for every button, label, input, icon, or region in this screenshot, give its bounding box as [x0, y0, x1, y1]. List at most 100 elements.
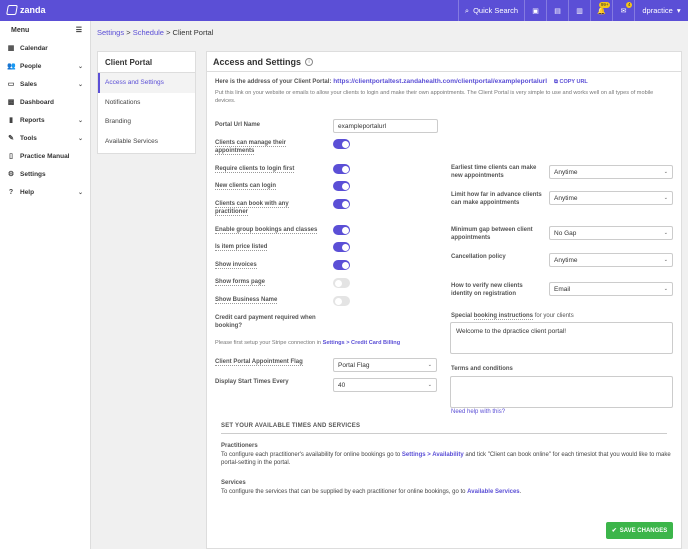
- sidebar-item-settings[interactable]: ⚙ Settings: [0, 165, 90, 183]
- setting-label-manage-appointments: Clients can manage their appointments: [215, 140, 287, 155]
- toggle-new-clients-login[interactable]: [333, 181, 350, 191]
- subnav-notifications[interactable]: Notifications: [98, 93, 195, 113]
- page-title: Access and Settings: [213, 56, 302, 67]
- toggle-show-forms[interactable]: [333, 278, 350, 288]
- breadcrumb-current: Client Portal: [172, 28, 214, 37]
- breadcrumb-schedule[interactable]: Schedule: [133, 28, 164, 37]
- setting-label-show-forms: Show forms page: [215, 279, 266, 286]
- info-icon[interactable]: i: [305, 57, 314, 66]
- minimum-gap-select[interactable]: No Gap ⌄: [549, 226, 673, 240]
- hamburger-icon[interactable]: ☰: [76, 26, 82, 34]
- toggle-book-any-practitioner[interactable]: [333, 199, 350, 209]
- portal-url-link[interactable]: https://clientportaltest.zandahealth.com…: [333, 78, 547, 85]
- services-title: Services: [221, 480, 246, 486]
- dashboard-icon: ▩: [7, 99, 15, 106]
- subnav-available-services[interactable]: Available Services: [98, 132, 195, 152]
- sidebar-item-dashboard[interactable]: ▩ Dashboard: [0, 93, 90, 111]
- services-text: To configure the services that can be su…: [221, 489, 522, 495]
- verify-identity-select[interactable]: Email ⌄: [549, 282, 673, 296]
- sidebar-item-help[interactable]: ? Help ⌄: [0, 183, 90, 201]
- sidebar-item-tools[interactable]: ✎ Tools ⌄: [0, 129, 90, 147]
- sidebar-item-practice-manual[interactable]: ▯ Practice Manual: [0, 147, 90, 165]
- start-times-select[interactable]: 40 ⌄: [333, 378, 437, 392]
- contacts-button[interactable]: ▣: [524, 0, 546, 21]
- chat-icon: ✉: [620, 7, 627, 15]
- menu-label: Menu: [11, 26, 30, 34]
- subnav-access-and-settings[interactable]: Access and Settings: [98, 73, 195, 93]
- toggle-require-login[interactable]: [333, 164, 350, 174]
- panel-header: Access and Settings i: [207, 52, 681, 72]
- client-portal-subnav: Client Portal Access and Settings Notifi…: [97, 51, 196, 154]
- appointment-flag-select[interactable]: Portal Flag ⌄: [333, 358, 437, 372]
- help-link[interactable]: Need help with this?: [451, 409, 505, 415]
- terms-textarea[interactable]: [450, 376, 673, 408]
- calendar-icon: ▦: [7, 45, 15, 52]
- sidebar-item-calendar[interactable]: ▦ Calendar: [0, 39, 90, 57]
- availability-link[interactable]: Settings > Availability: [402, 452, 464, 458]
- toggle-item-price[interactable]: [333, 242, 350, 252]
- copy-url-button[interactable]: ⧉ COPY URL: [554, 79, 588, 86]
- setting-label-cancellation: Cancellation policy: [451, 254, 506, 260]
- setting-label-show-business-name: Show Business Name: [215, 297, 278, 304]
- breadcrumb: Settings > Schedule > Client Portal: [97, 28, 213, 37]
- sidebar: Menu ☰ ▦ Calendar 👥 People ⌄ ▭ Sales ⌄ ▩ Dashb…: [0, 21, 91, 549]
- practitioners-text: To configure each practitioner's availab…: [221, 452, 671, 466]
- portal-address: Here is the address of your Client Porta…: [215, 78, 595, 86]
- credit-card-billing-link[interactable]: Settings > Credit Card Billing: [323, 340, 401, 346]
- help-icon: ?: [8, 188, 14, 196]
- setting-label-book-any-practitioner: Clients can book with any practitioner: [215, 201, 289, 216]
- setting-label-group-bookings: Enable group bookings and classes: [215, 227, 318, 234]
- special-instructions-label: Special booking instructions for your cl…: [451, 313, 574, 320]
- clipboard-button[interactable]: ▤: [546, 0, 568, 21]
- start-times-label: Display Start Times Every: [215, 379, 289, 385]
- chevron-down-icon: ⌄: [77, 81, 83, 88]
- top-bar: zanda ⌕ Quick Search ▣ ▤ ▥ 🔔 99+ ✉ 4 dprac…: [0, 0, 688, 21]
- documents-button[interactable]: ▥: [568, 0, 590, 21]
- address-label: Here is the address of your Client Porta…: [215, 79, 332, 85]
- sidebar-item-people[interactable]: 👥 People ⌄: [0, 57, 90, 75]
- chevron-down-icon: ⌄: [663, 230, 668, 236]
- zanda-logo-icon: [6, 5, 18, 15]
- chevron-down-icon: ⌄: [427, 382, 432, 388]
- sidebar-item-sales[interactable]: ▭ Sales ⌄: [0, 75, 90, 93]
- toggle-show-business-name[interactable]: [333, 296, 350, 306]
- people-icon: 👥: [7, 63, 16, 70]
- breadcrumb-separator: >: [166, 28, 171, 37]
- setting-label-new-clients-login: New clients can login: [215, 183, 277, 190]
- cancellation-select[interactable]: Anytime ⌄: [549, 253, 673, 267]
- save-changes-label: SAVE CHANGES: [619, 527, 668, 534]
- sidebar-item-reports[interactable]: ▮ Reports ⌄: [0, 111, 90, 129]
- advance-limit-select[interactable]: Anytime ⌄: [549, 191, 673, 205]
- setting-label-advance-limit: Limit how far in advance clients can mak…: [451, 192, 542, 206]
- check-icon: ✔: [611, 528, 617, 534]
- section-divider: [221, 433, 667, 434]
- notifications-button[interactable]: 🔔 99+: [590, 0, 612, 21]
- chevron-down-icon: ⌄: [77, 63, 83, 70]
- available-services-link[interactable]: Available Services: [467, 489, 519, 495]
- zanda-logo[interactable]: zanda: [6, 5, 46, 15]
- setting-label-earliest-time: Earliest time clients can make new appoi…: [451, 165, 537, 179]
- app-name: zanda: [20, 5, 46, 15]
- special-instructions-textarea[interactable]: Welcome to the dpractice client portal!: [450, 322, 673, 354]
- breadcrumb-settings[interactable]: Settings: [97, 28, 124, 37]
- subnav-branding[interactable]: Branding: [98, 112, 195, 132]
- user-menu[interactable]: dpractice ▾: [634, 0, 688, 21]
- chevron-down-icon: ⌄: [77, 135, 83, 142]
- toggle-manage-appointments[interactable]: [333, 139, 350, 149]
- copy-url-label: COPY URL: [559, 79, 588, 85]
- portal-url-label: Portal Url Name: [215, 122, 261, 128]
- setting-label-minimum-gap: Minimum gap between client appointments: [451, 227, 533, 241]
- quick-search-button[interactable]: ⌕ Quick Search: [458, 0, 524, 21]
- toggle-show-invoices[interactable]: [333, 260, 350, 270]
- setting-label-verify-identity: How to verify new clients identity on re…: [451, 283, 523, 297]
- save-changes-button[interactable]: ✔ SAVE CHANGES: [606, 522, 673, 539]
- notifications-badge: 99+: [599, 2, 610, 8]
- section-title: SET YOUR AVAILABLE TIMES AND SERVICES: [221, 423, 361, 429]
- messages-button[interactable]: ✉ 4: [612, 0, 634, 21]
- toggle-group-bookings[interactable]: [333, 225, 350, 235]
- portal-url-input[interactable]: exampleportalurl: [333, 119, 438, 133]
- terms-label: Terms and conditions: [451, 366, 513, 372]
- setting-label-require-login: Require clients to login first: [215, 166, 295, 173]
- earliest-time-select[interactable]: Anytime ⌄: [549, 165, 673, 179]
- setting-label-item-price: Is item price listed: [215, 244, 268, 251]
